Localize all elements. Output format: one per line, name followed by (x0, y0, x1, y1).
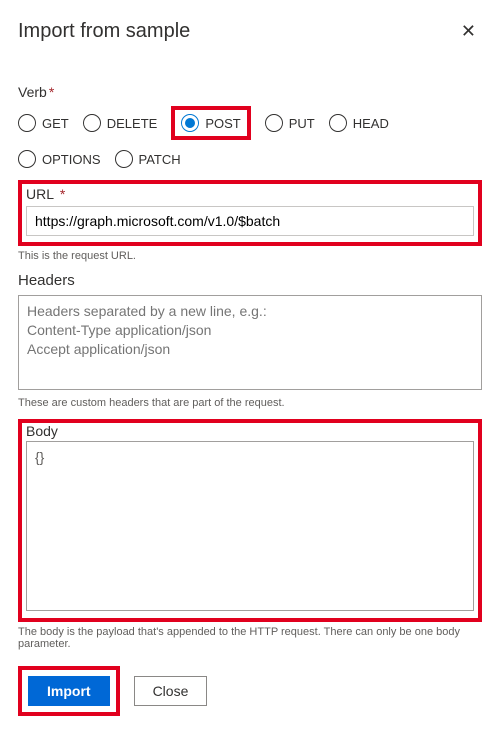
radio-icon (18, 150, 36, 168)
verb-radio-options-label: OPTIONS (42, 152, 101, 167)
radio-icon (83, 114, 101, 132)
headers-helper: These are custom headers that are part o… (18, 397, 482, 409)
verb-radio-delete[interactable]: DELETE (83, 114, 158, 132)
verb-radio-get-label: GET (42, 116, 69, 131)
radio-icon (329, 114, 347, 132)
verb-label-text: Verb (18, 84, 47, 100)
radio-icon (18, 114, 36, 132)
close-button[interactable]: Close (134, 676, 208, 706)
verb-radio-put-label: PUT (289, 116, 315, 131)
import-from-sample-dialog: Import from sample ✕ Verb* GET DELETE PO… (0, 0, 500, 736)
headers-textarea[interactable] (18, 295, 482, 390)
verb-radio-put[interactable]: PUT (265, 114, 315, 132)
close-icon[interactable]: ✕ (455, 18, 482, 44)
radio-icon (115, 150, 133, 168)
url-label-text: URL (26, 186, 54, 202)
verb-radio-row-1: GET DELETE POST PUT HEAD (18, 106, 482, 140)
verb-radio-options[interactable]: OPTIONS (18, 150, 101, 168)
url-input-wrap (26, 206, 474, 236)
url-helper: This is the request URL. (18, 250, 482, 262)
verb-label: Verb* (18, 84, 482, 100)
highlight-url: URL * (18, 180, 482, 246)
verb-radio-post[interactable]: POST (181, 114, 240, 132)
verb-radio-patch-label: PATCH (139, 152, 181, 167)
highlight-post: POST (171, 106, 250, 140)
verb-radio-patch[interactable]: PATCH (115, 150, 181, 168)
verb-radio-row-2: OPTIONS PATCH (18, 150, 482, 168)
dialog-title: Import from sample (18, 20, 190, 43)
dialog-footer: Import Close (18, 666, 482, 716)
radio-icon (181, 114, 199, 132)
radio-icon (265, 114, 283, 132)
url-input[interactable] (27, 207, 473, 235)
verb-radio-head[interactable]: HEAD (329, 114, 389, 132)
body-label: Body (26, 423, 474, 439)
import-button[interactable]: Import (28, 676, 110, 706)
dialog-header: Import from sample ✕ (18, 18, 482, 44)
required-asterisk: * (49, 84, 54, 100)
verb-radio-delete-label: DELETE (107, 116, 158, 131)
verb-radio-head-label: HEAD (353, 116, 389, 131)
verb-radio-post-label: POST (205, 116, 240, 131)
required-asterisk: * (56, 186, 65, 202)
body-textarea[interactable] (26, 441, 474, 611)
body-helper: The body is the payload that's appended … (18, 626, 482, 650)
verb-radio-get[interactable]: GET (18, 114, 69, 132)
highlight-import: Import (18, 666, 120, 716)
highlight-body: Body (18, 419, 482, 622)
headers-label: Headers (18, 272, 482, 289)
url-label: URL * (26, 186, 474, 202)
